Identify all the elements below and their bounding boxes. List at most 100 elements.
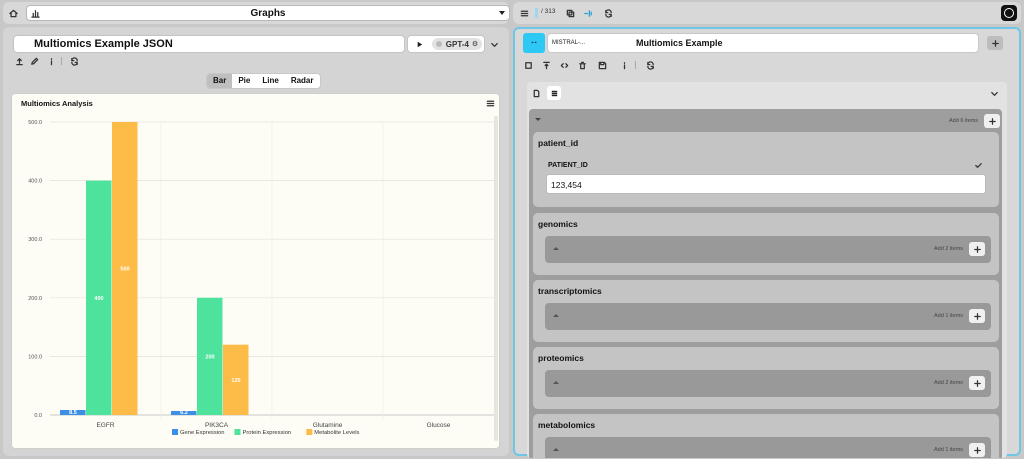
data-label: 200 bbox=[205, 354, 214, 360]
chart-scrollbar[interactable] bbox=[494, 116, 498, 441]
field-patient-id: patient_id PATIENT_ID 123,454 bbox=[533, 132, 999, 207]
code-icon[interactable] bbox=[559, 60, 569, 70]
legend-label: Gene Expression bbox=[180, 430, 224, 436]
field-name: patient_id bbox=[538, 138, 579, 148]
legend-swatch bbox=[234, 429, 241, 435]
add-item-button[interactable] bbox=[969, 376, 985, 390]
info-icon[interactable] bbox=[46, 56, 56, 66]
tab-pie[interactable]: Pie bbox=[232, 74, 256, 88]
upload-icon[interactable] bbox=[14, 56, 24, 66]
chevron-down-icon[interactable] bbox=[989, 88, 999, 98]
recycle-icon[interactable] bbox=[69, 56, 79, 66]
save-icon[interactable] bbox=[597, 60, 607, 70]
info-icon[interactable] bbox=[619, 60, 629, 70]
collapse-icon[interactable] bbox=[553, 314, 559, 317]
root-add-item-button[interactable] bbox=[984, 114, 1000, 128]
patient-id-value: 123,454 bbox=[551, 180, 582, 190]
legend-label: Metabolite Levels bbox=[314, 430, 359, 436]
data-label: 400 bbox=[94, 296, 103, 302]
legend-swatch bbox=[306, 429, 313, 435]
model-selector[interactable]: GPT-4 ⚙ bbox=[432, 38, 482, 50]
home-icon[interactable] bbox=[8, 7, 18, 19]
right-top-bar: / 313 bbox=[513, 2, 1021, 24]
menu-icon[interactable] bbox=[519, 7, 529, 19]
bar-chart: 0.0 100.0 200.0 300.0 400.0 500.0 8.5 400 500 EGF… bbox=[28, 120, 494, 436]
y-tick-label: 200.0 bbox=[28, 296, 42, 302]
grid-view-button[interactable] bbox=[547, 86, 561, 100]
add-label: Add 1 items bbox=[934, 447, 964, 453]
collapse-icon[interactable] bbox=[553, 247, 559, 250]
add-label: Add 2 items bbox=[934, 246, 964, 252]
field-genomics: genomics Add 2 items bbox=[533, 213, 999, 275]
collapse-chevron-icon[interactable] bbox=[489, 39, 499, 49]
doc-title-input[interactable]: Multiomics Example JSON bbox=[13, 35, 405, 53]
collapse-icon[interactable] bbox=[553, 381, 559, 384]
toolbar-divider bbox=[635, 61, 636, 69]
field-proteomics: proteomics Add 2 items bbox=[533, 347, 999, 409]
trash-icon[interactable] bbox=[577, 60, 587, 70]
y-tick-label: 300.0 bbox=[28, 237, 42, 243]
avatar-icon: ▪◦▪ bbox=[531, 40, 537, 46]
graph-type-select[interactable]: Graphs bbox=[26, 5, 510, 21]
data-label: 120 bbox=[231, 378, 240, 384]
y-tick-label: 100.0 bbox=[28, 354, 42, 360]
patient-id-input[interactable]: 123,454 bbox=[546, 174, 986, 194]
run-controls: GPT-4 ⚙ bbox=[407, 35, 485, 53]
add-item-button[interactable] bbox=[969, 309, 985, 323]
model-icon bbox=[435, 41, 442, 47]
recycle-icon[interactable] bbox=[603, 7, 613, 19]
field-sub-label: PATIENT_ID bbox=[548, 162, 588, 169]
left-panel: Multiomics Example JSON GPT-4 ⚙ Bar Pie … bbox=[3, 27, 509, 456]
legend-swatch bbox=[172, 429, 178, 435]
data-label: 6.2 bbox=[180, 410, 188, 416]
x-tick-label: EGFR bbox=[96, 422, 114, 429]
tab-line[interactable]: Line bbox=[256, 74, 284, 88]
data-label: 8.5 bbox=[69, 410, 77, 416]
checkbox-icon[interactable] bbox=[523, 60, 533, 70]
schema-header: MISTRAL-... Multiomics Example bbox=[547, 33, 979, 53]
graph-select-value: Graphs bbox=[250, 8, 286, 19]
legend-label: Protein Expression bbox=[243, 430, 292, 436]
add-item-button[interactable] bbox=[969, 443, 985, 457]
check-icon bbox=[973, 160, 983, 170]
chart-card: Multiomics Analysis 0.0 100.0 200.0 300.0 40… bbox=[11, 93, 500, 449]
field-metabolomics: metabolomics Add 1 items bbox=[533, 414, 999, 458]
root-add-label: Add 6 items bbox=[949, 118, 979, 124]
x-tick-label: Glucose bbox=[427, 422, 451, 429]
tab-radar[interactable]: Radar bbox=[285, 74, 320, 88]
field-name: transcriptomics bbox=[538, 286, 602, 296]
field-transcriptomics: transcriptomics Add 1 items bbox=[533, 280, 999, 342]
y-tick-label: 400.0 bbox=[28, 179, 42, 185]
y-tick-label: 0.0 bbox=[34, 413, 42, 419]
model-short-name: MISTRAL-... bbox=[552, 40, 586, 46]
x-tick-label: PIK3CA bbox=[205, 422, 229, 429]
copy-icon[interactable] bbox=[565, 7, 575, 19]
add-label: Add 1 items bbox=[934, 313, 964, 319]
record-button[interactable] bbox=[1001, 5, 1017, 21]
edit-icon[interactable] bbox=[29, 56, 39, 66]
add-button[interactable] bbox=[987, 36, 1003, 50]
transcriptomics-array: Add 1 items bbox=[545, 303, 991, 330]
metabolomics-array: Add 1 items bbox=[545, 437, 991, 458]
recycle-icon[interactable] bbox=[645, 60, 655, 70]
avatar[interactable]: ▪◦▪ bbox=[523, 33, 545, 53]
split-view-icon[interactable] bbox=[583, 7, 593, 19]
toolbar-divider bbox=[61, 57, 62, 65]
collapse-icon[interactable] bbox=[535, 118, 541, 121]
add-item-button[interactable] bbox=[969, 242, 985, 256]
schema-title: Multiomics Example bbox=[636, 38, 723, 48]
play-button[interactable] bbox=[414, 39, 424, 49]
document-icon[interactable] bbox=[531, 88, 541, 98]
field-name: genomics bbox=[538, 219, 578, 229]
tab-bar[interactable]: Bar bbox=[207, 74, 233, 88]
field-name: proteomics bbox=[538, 353, 584, 363]
collapse-icon[interactable] bbox=[553, 448, 559, 451]
add-label: Add 2 items bbox=[934, 380, 964, 386]
align-top-icon[interactable] bbox=[541, 60, 551, 70]
field-name: metabolomics bbox=[538, 420, 596, 430]
circle-icon bbox=[1004, 8, 1014, 18]
chevron-down-icon bbox=[499, 11, 505, 15]
form-card: Add 6 items patient_id PATIENT_ID 123,45… bbox=[527, 82, 1007, 458]
page-indicator bbox=[535, 8, 538, 18]
x-tick-label: Glutamine bbox=[313, 422, 343, 429]
